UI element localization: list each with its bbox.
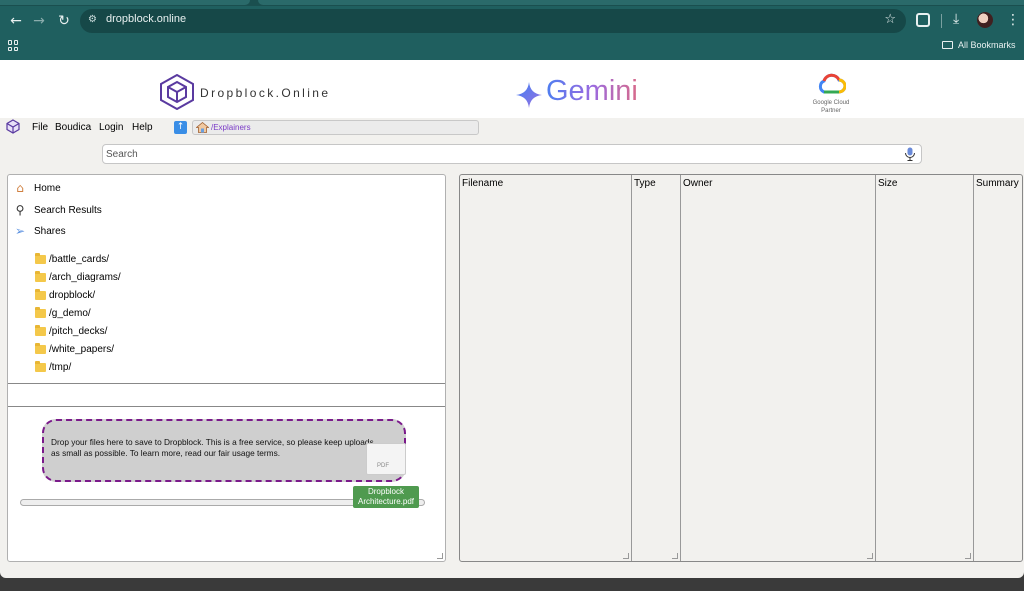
column-resize-handle[interactable]: [623, 553, 629, 559]
tab-strip: [0, 0, 1024, 6]
nav-home-label: Home: [34, 182, 61, 194]
menu-file[interactable]: File: [32, 122, 48, 133]
menu-icon[interactable]: ⋮: [1006, 12, 1020, 28]
search-placeholder: Search: [106, 149, 138, 160]
search-input[interactable]: Search: [102, 144, 922, 164]
address-bar[interactable]: ⚙ dropblock.online ☆: [80, 9, 906, 33]
navigation-panel: ⌂ Home ⚲ Search Results ➢ Shares /battle…: [7, 174, 446, 562]
file-drop-zone[interactable]: Drop your files here to save to Dropbloc…: [42, 419, 406, 482]
path-breadcrumb[interactable]: /Explainers: [192, 120, 479, 135]
folder-item[interactable]: /arch_diagrams/: [35, 271, 121, 283]
nav-search-results-label: Search Results: [34, 204, 102, 216]
all-bookmarks-label: All Bookmarks: [958, 40, 1016, 50]
column-size[interactable]: Size: [876, 175, 974, 561]
nav-shares-label: Shares: [34, 225, 66, 237]
column-header[interactable]: Type: [634, 178, 656, 189]
column-owner[interactable]: Owner: [681, 175, 876, 561]
app-cube-icon[interactable]: [6, 119, 20, 134]
column-resize-handle[interactable]: [965, 553, 971, 559]
menu-boudica[interactable]: Boudica: [55, 122, 91, 133]
folder-icon: [35, 271, 46, 282]
folder-icon: [35, 253, 46, 264]
all-bookmarks-button[interactable]: All Bookmarks: [942, 40, 1016, 50]
folder-label: /white_papers/: [49, 344, 115, 355]
folder-item[interactable]: /white_papers/: [35, 343, 115, 355]
dropblock-logo-icon: [160, 74, 194, 110]
folder-icon: [35, 343, 46, 354]
up-arrow-icon[interactable]: ↑: [174, 121, 187, 134]
folder-item[interactable]: /g_demo/: [35, 307, 91, 319]
column-header[interactable]: Size: [878, 178, 897, 189]
nav-home[interactable]: ⌂ Home: [13, 181, 61, 195]
folder-label: /arch_diagrams/: [49, 272, 121, 283]
folder-item[interactable]: dropblock/: [35, 289, 96, 301]
divider: [8, 383, 445, 384]
folder-label: /battle_cards/: [49, 254, 110, 265]
resize-handle[interactable]: [437, 553, 443, 559]
folder-icon: [35, 307, 46, 318]
gemini-wordmark: Gemini: [546, 75, 638, 107]
folder-icon: [35, 361, 46, 372]
bookmark-folder-icon: [942, 41, 953, 49]
url-text[interactable]: dropblock.online: [106, 13, 186, 25]
column-resize-handle[interactable]: [672, 553, 678, 559]
menu-bar: File Boudica Login Help ↑ /Explainers: [0, 118, 1024, 138]
web-page: Dropblock.Online Gemini Google Cloud Par…: [0, 60, 1024, 578]
extensions-icon[interactable]: [916, 13, 930, 27]
google-cloud-icon: [818, 73, 846, 94]
gemini-star-icon: [516, 82, 542, 108]
browser-toolbar: ← → ↻ ⚙ dropblock.online ☆ ⤓ ⋮ All Bookm…: [0, 0, 1024, 60]
home-icon[interactable]: [196, 122, 209, 133]
star-icon[interactable]: ☆: [884, 12, 896, 27]
magnifier-icon: ⚲: [15, 203, 25, 217]
paper-plane-icon: ➢: [14, 224, 26, 238]
folder-item[interactable]: /pitch_decks/: [35, 325, 108, 337]
menu-help[interactable]: Help: [132, 122, 153, 133]
divider: [8, 406, 445, 407]
profile-avatar[interactable]: [977, 12, 993, 28]
file-table: Filename Type Owner Size Summary: [459, 174, 1023, 562]
folder-item[interactable]: /tmp/: [35, 361, 72, 373]
nav-shares[interactable]: ➢ Shares: [13, 224, 66, 238]
column-type[interactable]: Type: [632, 175, 681, 561]
drop-zone-text: Drop your files here to save to Dropbloc…: [51, 437, 374, 458]
home-icon: ⌂: [16, 181, 24, 195]
site-info-icon[interactable]: ⚙: [88, 14, 100, 26]
folder-icon: [35, 325, 46, 336]
site-title: Dropblock.Online: [200, 86, 331, 100]
microphone-icon[interactable]: [904, 147, 916, 162]
pdf-file-icon[interactable]: PDF: [366, 443, 406, 475]
back-icon[interactable]: ←: [8, 13, 24, 29]
reload-icon[interactable]: ↻: [56, 13, 72, 29]
column-resize-handle[interactable]: [867, 553, 873, 559]
column-filename[interactable]: Filename: [460, 175, 632, 561]
apps-icon[interactable]: [8, 40, 19, 51]
browser-tab[interactable]: [0, 0, 250, 5]
folder-label: dropblock/: [49, 290, 96, 301]
forward-icon[interactable]: →: [31, 13, 47, 29]
menu-login[interactable]: Login: [99, 122, 123, 133]
nav-search-results[interactable]: ⚲ Search Results: [13, 203, 102, 217]
column-summary[interactable]: Summary: [974, 175, 1022, 561]
header-banner: Dropblock.Online Gemini Google Cloud Par…: [0, 60, 1024, 118]
column-header[interactable]: Filename: [462, 178, 503, 189]
browser-tab[interactable]: [258, 0, 1024, 5]
toolbar-divider: [941, 14, 942, 28]
folder-label: /pitch_decks/: [49, 326, 108, 337]
folder-label: /tmp/: [49, 362, 72, 373]
folder-icon: [35, 289, 46, 300]
current-path[interactable]: /Explainers: [211, 123, 251, 132]
dragged-file-label: Dropblock Architecture.pdf: [353, 486, 419, 508]
download-icon[interactable]: ⤓: [953, 11, 959, 27]
folder-item[interactable]: /battle_cards/: [35, 253, 110, 265]
google-cloud-partner-label: Google Cloud Partner: [812, 100, 850, 114]
column-header[interactable]: Summary: [976, 178, 1019, 189]
folder-label: /g_demo/: [49, 308, 91, 319]
column-header[interactable]: Owner: [683, 178, 712, 189]
